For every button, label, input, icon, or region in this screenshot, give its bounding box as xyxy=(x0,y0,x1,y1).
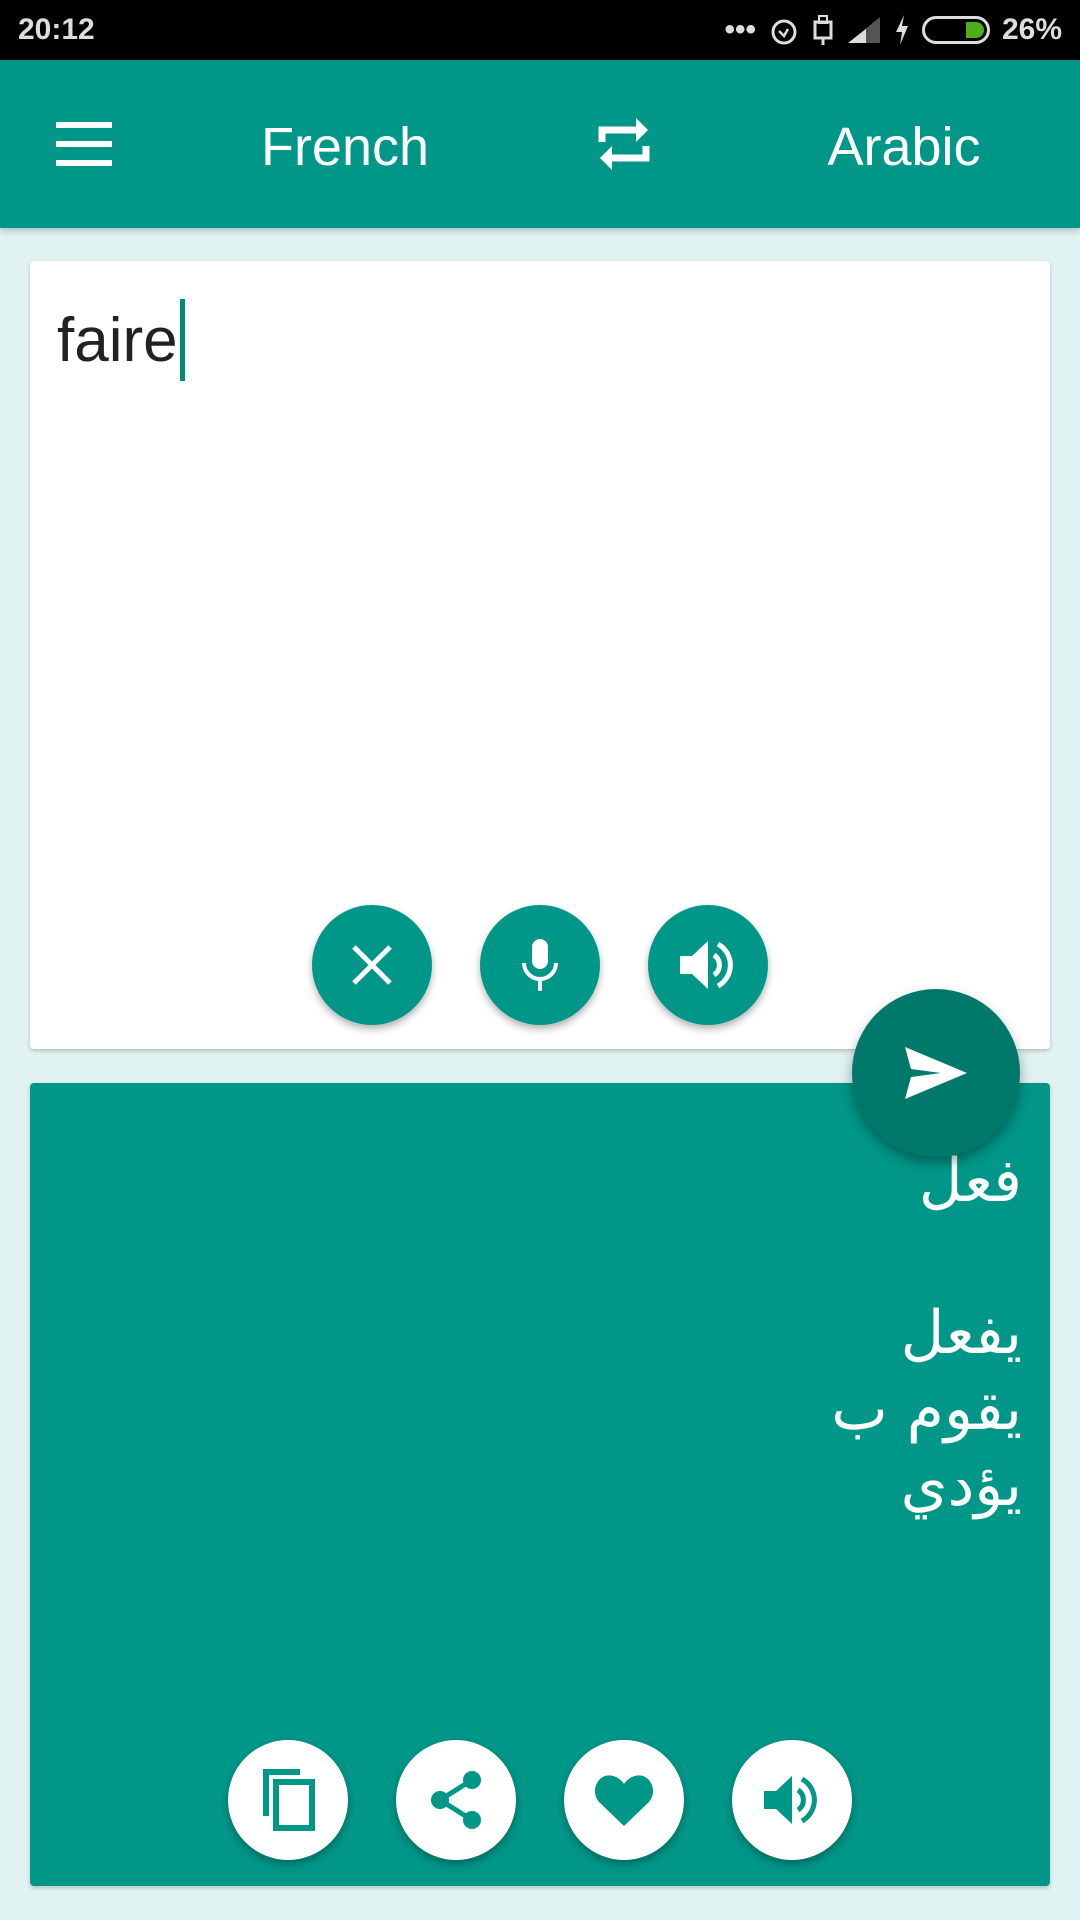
more-dots-icon: ••• xyxy=(724,13,756,46)
translation-line: يقوم ب xyxy=(831,1374,1022,1444)
source-language-button[interactable]: French xyxy=(261,116,429,178)
usb-icon xyxy=(813,15,833,45)
favorite-button[interactable] xyxy=(564,1740,684,1860)
input-text-field[interactable]: faire xyxy=(57,299,185,381)
copy-button[interactable] xyxy=(228,1740,348,1860)
menu-icon[interactable] xyxy=(56,122,112,179)
input-text[interactable]: faire xyxy=(57,305,178,376)
output-card: فعل يفعل يقوم ب يؤدي xyxy=(30,1083,1050,1886)
microphone-button[interactable] xyxy=(480,905,600,1025)
status-bar: 20:12 ••• 26% xyxy=(0,0,1080,60)
copy-icon xyxy=(263,1769,315,1831)
clear-icon xyxy=(352,945,392,985)
share-button[interactable] xyxy=(396,1740,516,1860)
status-time: 20:12 xyxy=(18,13,95,46)
input-card: faire xyxy=(30,261,1050,1049)
toolbar: French Arabic xyxy=(0,60,1080,228)
translation-line: يفعل xyxy=(900,1298,1022,1368)
swap-icon[interactable] xyxy=(594,112,654,176)
favorite-icon xyxy=(594,1775,654,1826)
battery-percent: 26% xyxy=(1001,13,1062,46)
microphone-icon xyxy=(522,939,558,991)
speaker-icon xyxy=(764,1776,817,1824)
share-icon xyxy=(431,1771,481,1829)
speak-output-button[interactable] xyxy=(732,1740,852,1860)
translate-button[interactable] xyxy=(852,989,1020,1157)
send-icon xyxy=(905,1047,967,1099)
clear-button[interactable] xyxy=(312,905,432,1025)
translation-list: فعل يفعل يقوم ب يؤدي xyxy=(831,1143,1022,1523)
speak-input-button[interactable] xyxy=(648,905,768,1025)
translation-line: يؤدي xyxy=(900,1450,1022,1520)
battery-icon xyxy=(921,16,990,44)
text-caret xyxy=(179,299,185,381)
speaker-icon xyxy=(680,941,733,989)
translation-spacer xyxy=(831,1219,1022,1295)
target-language-button[interactable]: Arabic xyxy=(827,116,980,178)
alarm-icon xyxy=(771,19,797,45)
charging-icon xyxy=(895,15,908,45)
signal-icon xyxy=(847,17,880,43)
